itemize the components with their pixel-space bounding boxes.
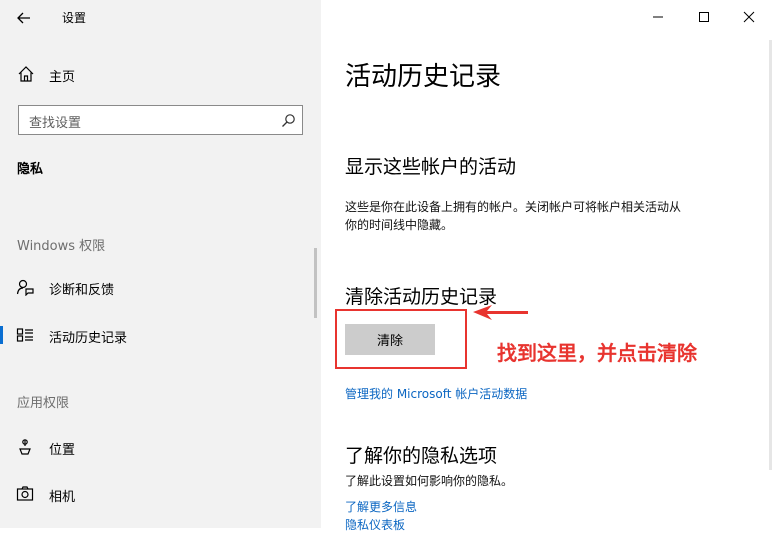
- minimize-button[interactable]: [648, 8, 668, 26]
- nav-item-location[interactable]: 位置: [0, 433, 321, 461]
- nav-item-label: 诊断和反馈: [49, 283, 115, 298]
- nav-item-label: 活动历史记录: [49, 331, 128, 346]
- accounts-description-line1: 这些是你在此设备上拥有的帐户。关闭帐户可将帐户相关活动从: [345, 200, 682, 214]
- annotation-highlight-box: [335, 309, 467, 369]
- learn-more-link[interactable]: 了解更多信息: [345, 498, 417, 515]
- settings-main-pane: 活动历史记录 显示这些帐户的活动 这些是你在此设备上拥有的帐户。关闭帐户可将帐户…: [321, 0, 773, 532]
- close-button[interactable]: [739, 8, 759, 26]
- maximize-button[interactable]: [694, 8, 714, 26]
- back-arrow-icon: [17, 12, 30, 24]
- annotation-arrow-icon: [473, 305, 528, 320]
- annotation-text: 找到这里，并点击清除: [497, 341, 697, 365]
- search-input[interactable]: 查找设置: [18, 105, 303, 135]
- main-scrollbar[interactable]: [769, 40, 772, 470]
- app-title: 设置: [62, 11, 87, 25]
- privacy-dashboard-link[interactable]: 隐私仪表板: [345, 516, 405, 533]
- minimize-icon: [653, 16, 663, 18]
- accounts-description-line2: 你的时间线中隐藏。: [345, 218, 454, 232]
- privacy-description: 了解此设置如何影响你的隐私。: [345, 474, 514, 488]
- home-icon: [18, 66, 34, 82]
- accounts-heading: 显示这些帐户的活动: [345, 156, 517, 178]
- nav-item-label: 相机: [49, 490, 76, 505]
- maximize-icon: [699, 12, 709, 22]
- selected-indicator: [0, 326, 3, 344]
- category-title: 隐私: [17, 162, 44, 177]
- manage-microsoft-activity-link[interactable]: 管理我的 Microsoft 帐户活动数据: [345, 385, 527, 402]
- search-icon[interactable]: [281, 113, 296, 128]
- camera-icon: [16, 486, 34, 501]
- feedback-icon: [16, 279, 34, 296]
- nav-titlebar: 设置: [0, 0, 321, 34]
- section-heading-windows-permissions: Windows 权限: [17, 239, 106, 254]
- nav-scrollbar[interactable]: [314, 248, 317, 318]
- location-icon: [19, 439, 31, 455]
- section-heading-app-permissions: 应用权限: [17, 396, 70, 411]
- nav-item-camera[interactable]: 相机: [0, 480, 321, 508]
- nav-item-diagnostics-feedback[interactable]: 诊断和反馈: [0, 273, 321, 301]
- nav-item-activity-history[interactable]: 活动历史记录: [0, 321, 321, 349]
- activity-history-icon: [16, 328, 33, 342]
- search-placeholder: 查找设置: [29, 116, 82, 131]
- home-nav-item[interactable]: 主页: [14, 62, 314, 86]
- close-icon: [743, 11, 755, 23]
- home-label: 主页: [49, 70, 76, 85]
- privacy-options-heading: 了解你的隐私选项: [345, 445, 498, 467]
- page-title: 活动历史记录: [345, 62, 502, 92]
- nav-item-label: 位置: [49, 443, 76, 458]
- back-button[interactable]: [14, 8, 34, 28]
- settings-nav-pane: 设置 主页 查找设置 隐私 Windows 权限 诊断和反馈 活动历史记录 应用…: [0, 0, 321, 528]
